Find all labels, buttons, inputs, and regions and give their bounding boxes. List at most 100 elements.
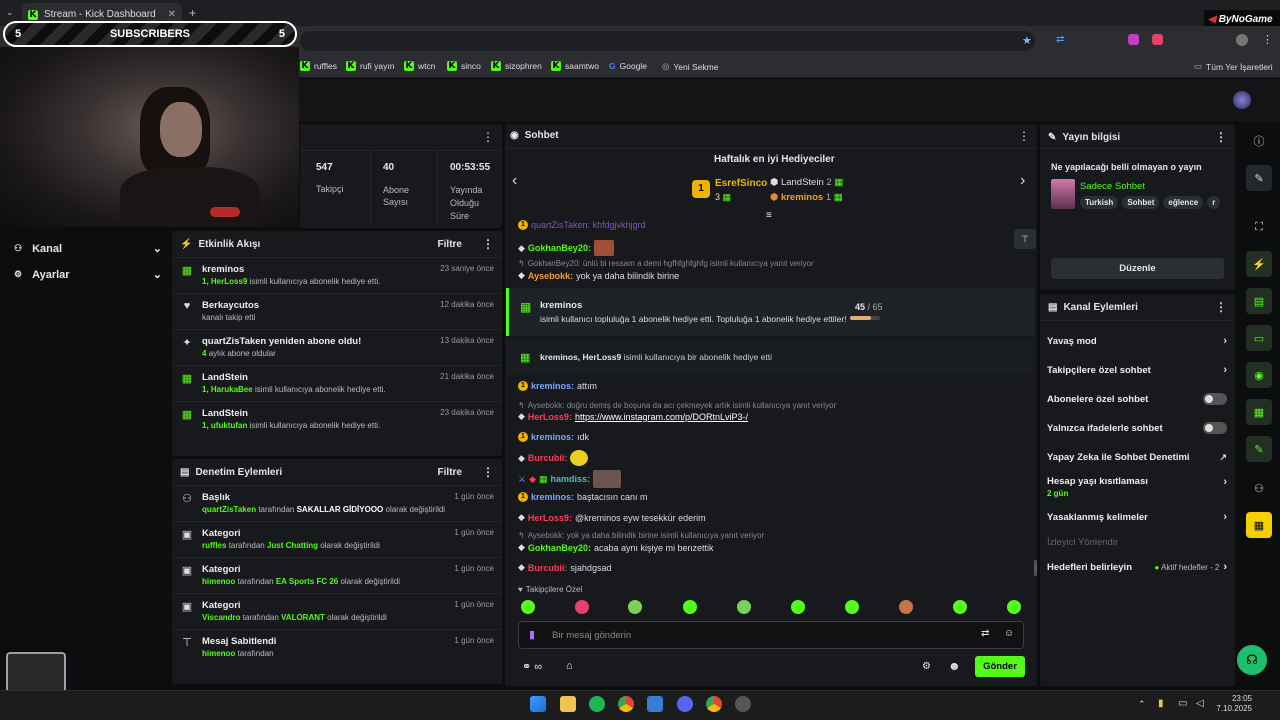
emote-button[interactable] bbox=[1007, 600, 1021, 614]
bookmark-item[interactable]: Kwtcn bbox=[404, 61, 435, 71]
clapper-icon[interactable]: ▦ bbox=[1246, 512, 1272, 538]
banned-words-setting[interactable]: Yasaklanmış kelimeler › bbox=[1047, 511, 1227, 523]
spotify-icon[interactable] bbox=[589, 696, 605, 712]
goals-setting[interactable]: Hedefleri belirleyin ● Aktif hedefler - 2… bbox=[1047, 561, 1227, 573]
menu-icon[interactable]: ⋮ bbox=[482, 237, 494, 251]
sidebar-item-kanal[interactable]: ⚇ Kanal ⌄ bbox=[14, 242, 162, 256]
bolt-icon[interactable]: ⚡ bbox=[1246, 251, 1272, 277]
discord-icon[interactable] bbox=[677, 696, 693, 712]
emote-button[interactable] bbox=[953, 600, 967, 614]
emote-button[interactable] bbox=[845, 600, 859, 614]
chat-username[interactable]: kreminos: bbox=[531, 432, 574, 442]
support-headset-icon[interactable]: ☊ bbox=[1237, 645, 1267, 675]
users-icon[interactable]: ☻ bbox=[948, 659, 961, 673]
emote-button[interactable] bbox=[683, 600, 697, 614]
chat-username[interactable]: Aysebokk: bbox=[528, 271, 573, 281]
emoji-icon[interactable]: ☺ bbox=[1004, 628, 1014, 639]
url-field[interactable] bbox=[300, 31, 1035, 51]
chevron-right-icon[interactable]: › bbox=[1020, 172, 1025, 190]
chat-username[interactable]: Burcubii: bbox=[528, 563, 568, 573]
all-bookmarks[interactable]: ▭ Tüm Yer İşaretleri bbox=[1194, 61, 1273, 72]
translate-icon[interactable]: ⇄ bbox=[1056, 34, 1064, 45]
menu-icon[interactable]: ⋮ bbox=[1262, 33, 1273, 46]
tab-list-icon[interactable]: ⌄ bbox=[6, 7, 14, 18]
menu-icon[interactable]: ⋮ bbox=[1018, 129, 1030, 143]
slow-mode-setting[interactable]: Yavaş mod › bbox=[1047, 335, 1227, 347]
emote-button[interactable] bbox=[575, 600, 589, 614]
edit-button[interactable]: Düzenle bbox=[1051, 258, 1224, 279]
collapse-icon[interactable]: ≡ bbox=[766, 210, 772, 221]
account-age-setting[interactable]: Hesap yaşı kısıtlaması 2 gün › bbox=[1047, 476, 1227, 498]
users-icon[interactable]: ⚇ bbox=[1246, 475, 1272, 501]
emote-button[interactable] bbox=[521, 600, 535, 614]
volume-icon[interactable]: ◁ bbox=[1196, 698, 1204, 709]
clock[interactable]: 23:05 7.10.2025 bbox=[1214, 694, 1252, 714]
chrome-icon[interactable] bbox=[706, 696, 722, 712]
bookmark-item[interactable]: Krufi yayın bbox=[346, 61, 395, 71]
filter-button[interactable]: Filtre bbox=[438, 239, 462, 250]
gear-icon[interactable]: ⚙ bbox=[922, 661, 931, 672]
tag-chip[interactable]: Turkish bbox=[1080, 196, 1119, 209]
chat-username[interactable]: GokhanBey20: bbox=[528, 543, 591, 553]
mic-icon[interactable]: ▮ bbox=[529, 628, 535, 641]
network-icon[interactable]: ▭ bbox=[1178, 698, 1187, 709]
user-avatar[interactable] bbox=[1233, 91, 1251, 109]
bookmark-item[interactable]: Ksizophren bbox=[491, 61, 542, 71]
bookmark-item[interactable]: G Google bbox=[609, 61, 647, 71]
pin-icon[interactable]: ⊤ bbox=[1014, 229, 1036, 249]
chrome-icon[interactable] bbox=[618, 696, 634, 712]
extension-icon[interactable] bbox=[1128, 34, 1139, 45]
tray-chevron-icon[interactable]: ⌃ bbox=[1138, 699, 1146, 710]
category-name[interactable]: Sadece Sohbet bbox=[1080, 181, 1145, 192]
send-button[interactable]: Gönder bbox=[975, 656, 1025, 677]
bookmark-item[interactable]: Ksinco bbox=[447, 61, 481, 71]
tag-chip[interactable]: r bbox=[1207, 196, 1221, 209]
menu-icon[interactable]: ⋮ bbox=[482, 465, 494, 479]
translate-icon[interactable]: ⇄ bbox=[981, 628, 989, 639]
chat-username[interactable]: hamdiss: bbox=[551, 474, 591, 484]
sidebar-item-ayarlar[interactable]: ⚙ Ayarlar ⌄ bbox=[14, 268, 162, 282]
badges-icon[interactable]: ⚭ ∞ bbox=[522, 660, 542, 673]
profile-avatar[interactable] bbox=[1236, 34, 1248, 46]
chat-input[interactable]: ▮ Bir mesaj gönderin ⇄ ☺ bbox=[518, 621, 1024, 649]
bookmark-item[interactable]: ◎ Yeni Sekme bbox=[662, 61, 718, 72]
bookmark-item[interactable]: Kruffles bbox=[300, 61, 337, 71]
emote-button[interactable] bbox=[791, 600, 805, 614]
bookmark-star-icon[interactable]: ★ bbox=[1022, 34, 1032, 47]
chat-link[interactable]: https://www.instagram.com/p/DORtnLviP3-/ bbox=[575, 412, 748, 422]
chat-username[interactable]: kreminos: bbox=[531, 381, 574, 391]
emote-button[interactable] bbox=[737, 600, 751, 614]
chat-scrollbar[interactable] bbox=[1034, 560, 1037, 576]
windows-start-icon[interactable] bbox=[530, 696, 546, 712]
mic-icon[interactable]: ▮ bbox=[1158, 698, 1164, 709]
chat-username[interactable]: Burcubii: bbox=[528, 453, 568, 463]
emote-button[interactable] bbox=[899, 600, 913, 614]
app-icon[interactable] bbox=[647, 696, 663, 712]
filter-button[interactable]: Filtre bbox=[438, 467, 462, 478]
wrench-icon[interactable]: ✎ bbox=[1246, 436, 1272, 462]
fullscreen-icon[interactable]: ⛶ bbox=[1246, 214, 1272, 240]
emotes-only-toggle[interactable] bbox=[1203, 422, 1227, 434]
broadcast-icon[interactable]: ◉ bbox=[1246, 362, 1272, 388]
tab-close-icon[interactable]: ✕ bbox=[168, 9, 176, 20]
chat-username[interactable]: HerLoss9: bbox=[528, 412, 572, 422]
obs-icon[interactable] bbox=[735, 696, 751, 712]
layers-icon[interactable]: ▦ bbox=[1246, 399, 1272, 425]
menu-icon[interactable]: ⋮ bbox=[1215, 130, 1227, 144]
emote-button[interactable] bbox=[628, 600, 642, 614]
tag-chip[interactable]: eğlence bbox=[1163, 196, 1204, 209]
menu-icon[interactable]: ⋮ bbox=[482, 130, 494, 144]
document-icon[interactable]: ▤ bbox=[1246, 288, 1272, 314]
store-icon[interactable]: ⌂ bbox=[566, 660, 573, 672]
pencil-icon[interactable]: ✎ bbox=[1246, 165, 1272, 191]
chat-username[interactable]: GokhanBey20: bbox=[528, 243, 591, 253]
followers-only-setting[interactable]: Takipçilere özel sohbet › bbox=[1047, 364, 1227, 376]
extension-icon[interactable] bbox=[1152, 34, 1163, 45]
bookmark-item[interactable]: Ksaamtwo bbox=[551, 61, 599, 71]
chat-username[interactable]: kreminos: bbox=[531, 492, 574, 502]
chat-username[interactable]: HerLoss9: bbox=[528, 513, 572, 523]
menu-icon[interactable]: ⋮ bbox=[1215, 300, 1227, 314]
chevron-left-icon[interactable]: ‹ bbox=[512, 172, 517, 190]
file-explorer-icon[interactable] bbox=[560, 696, 576, 712]
new-tab-icon[interactable]: + bbox=[189, 6, 196, 20]
